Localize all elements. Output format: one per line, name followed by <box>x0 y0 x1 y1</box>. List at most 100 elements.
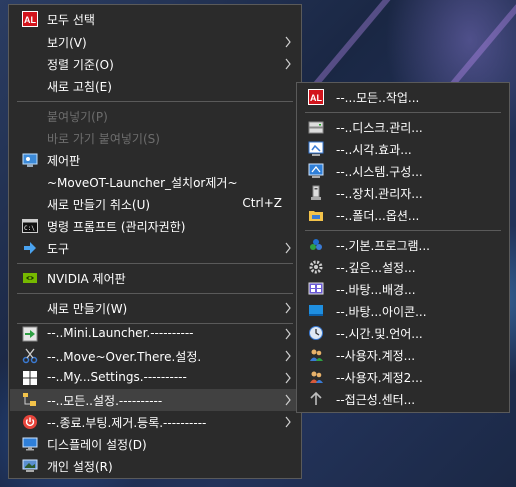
submenu-item-all-tasks[interactable]: AL --...모든..작업... <box>298 86 508 108</box>
display-icon <box>22 436 38 452</box>
svg-text:C:\: C:\ <box>24 225 35 232</box>
wallpaper-icon <box>308 281 324 297</box>
windows-icon <box>22 370 38 386</box>
chevron-right-icon <box>285 416 291 428</box>
menu-item-label: 개인 설정(R) <box>47 460 113 474</box>
menu-item-label: 새로 만들기(W) <box>47 302 128 316</box>
menu-item-sort-by[interactable]: 정렬 기준(O) <box>10 53 300 75</box>
command-prompt-icon: C:\ <box>22 218 38 234</box>
menu-item-nvidia-control-panel[interactable]: NVIDIA 제어판 <box>10 267 300 289</box>
menu-item-label: NVIDIA 제어판 <box>47 272 126 286</box>
menu-item-label: --..장치.관리자... <box>336 187 423 201</box>
chevron-right-icon <box>285 58 291 70</box>
menu-item-moveot-launcher[interactable]: ~MoveOT-Launcher_설치or제거~ <box>10 171 300 193</box>
app-logo-icon: AL <box>22 11 38 27</box>
menu-item-label: 붙여넣기(P) <box>47 110 108 124</box>
chevron-right-icon <box>285 302 291 314</box>
personalize-icon <box>22 458 38 474</box>
user-accounts-icon <box>308 347 324 363</box>
accessibility-icon <box>308 391 324 407</box>
menu-item-label: --..시각.효과... <box>336 143 412 157</box>
chevron-right-icon <box>285 242 291 254</box>
submenu-item-default-programs[interactable]: --.기본.프로그램... <box>298 234 508 256</box>
menu-item-label: --사용자.계정... <box>336 349 416 363</box>
control-panel-icon <box>22 152 38 168</box>
menu-item-view[interactable]: 보기(V) <box>10 31 300 53</box>
submenu-item-deep-settings[interactable]: --.깊은...설정... <box>298 256 508 278</box>
submenu-item-system-config[interactable]: --..시스템.구성... <box>298 160 508 182</box>
menu-item-tools[interactable]: 도구 <box>10 237 300 259</box>
menu-item-shortcut: Ctrl+Z <box>242 196 282 210</box>
submenu-item-disk-management[interactable]: --..디스크.관리... <box>298 116 508 138</box>
menu-item-shutdown-boot[interactable]: --.종료.부팅.제거.등록.---------- <box>10 411 300 433</box>
menu-item-move-over-there[interactable]: --..Move~Over.There.설정. <box>10 345 300 367</box>
menu-item-label: --접근성.센터... <box>336 393 416 407</box>
menu-item-label: 새로 고침(E) <box>47 80 112 94</box>
device-manager-icon <box>308 185 324 201</box>
menu-item-select-all[interactable]: AL 모두 선택 <box>10 8 300 30</box>
menu-item-mini-launcher[interactable]: --..Mini.Launcher.---------- <box>10 323 300 345</box>
menu-item-my-settings[interactable]: --..My...Settings.---------- <box>10 367 300 389</box>
app-logo-icon: AL <box>308 89 324 105</box>
submenu-item-user-accounts-2[interactable]: --사용자.계정2... <box>298 366 508 388</box>
menu-item-undo-new[interactable]: 새로 만들기 취소(U) Ctrl+Z <box>10 193 300 215</box>
menu-item-label: 보기(V) <box>47 36 87 50</box>
deep-settings-icon <box>308 259 324 275</box>
arrow-icon <box>22 240 38 256</box>
menu-item-label: --..폴더...옵션... <box>336 209 420 223</box>
menu-separator <box>305 112 501 113</box>
menu-item-all-settings[interactable]: --..모든..설정.---------- <box>10 389 300 411</box>
menu-item-paste: 붙여넣기(P) <box>10 105 300 127</box>
submenu-item-visual-effects[interactable]: --..시각.효과... <box>298 138 508 160</box>
default-programs-icon <box>308 237 324 253</box>
submenu-item-desktop-icons[interactable]: --.바탕...아이콘... <box>298 300 508 322</box>
submenu-item-time-language[interactable]: --.시간.및.언어... <box>298 322 508 344</box>
menu-item-label: ~MoveOT-Launcher_설치or제거~ <box>47 176 238 190</box>
menu-item-label: 명령 프롬프트 (관리자권한) <box>47 220 186 234</box>
chevron-right-icon <box>285 350 291 362</box>
menu-item-new[interactable]: 새로 만들기(W) <box>10 297 300 319</box>
chevron-right-icon <box>285 372 291 384</box>
power-icon <box>22 414 38 430</box>
menu-separator <box>17 263 293 264</box>
time-language-icon <box>308 325 324 341</box>
menu-item-label: 제어판 <box>47 154 81 168</box>
system-config-icon <box>308 163 324 179</box>
menu-item-label: --.기본.프로그램... <box>336 239 430 253</box>
menu-item-label: 정렬 기준(O) <box>47 58 114 72</box>
menu-item-label: 도구 <box>47 242 70 256</box>
menu-item-label: --..디스크.관리... <box>336 121 423 135</box>
submenu-item-user-accounts[interactable]: --사용자.계정... <box>298 344 508 366</box>
disk-management-icon <box>308 119 324 135</box>
menu-item-personalize[interactable]: 개인 설정(R) <box>10 455 300 477</box>
menu-item-command-prompt-admin[interactable]: C:\ 명령 프롬프트 (관리자권한) <box>10 215 300 237</box>
menu-item-label: 바로 가기 붙여넣기(S) <box>47 132 160 146</box>
menu-separator <box>17 101 293 102</box>
scissors-icon <box>22 348 38 364</box>
desktop-context-menu: AL 모두 선택 보기(V) 정렬 기준(O) 새로 고침(E) 붙여넣기(P)… <box>8 4 302 479</box>
menu-item-label: --.종료.부팅.제거.등록.---------- <box>47 416 207 430</box>
menu-item-label: 모두 선택 <box>47 13 95 27</box>
menu-item-label: --..Move~Over.There.설정. <box>47 350 202 364</box>
user-accounts-2-icon <box>308 369 324 385</box>
submenu-item-wallpaper[interactable]: --.바탕...배경... <box>298 278 508 300</box>
folder-options-icon <box>308 207 324 223</box>
menu-item-label: --.시간.및.언어... <box>336 327 423 341</box>
green-arrow-icon <box>22 326 38 342</box>
chevron-right-icon <box>285 394 291 406</box>
nvidia-icon <box>22 270 38 286</box>
menu-item-label: --사용자.계정2... <box>336 371 423 385</box>
menu-separator <box>305 230 501 231</box>
menu-separator <box>17 293 293 294</box>
submenu-item-accessibility[interactable]: --접근성.센터... <box>298 388 508 410</box>
menu-item-control-panel[interactable]: 제어판 <box>10 149 300 171</box>
menu-item-label: --.바탕...아이콘... <box>336 305 427 319</box>
menu-item-label: --..My...Settings.---------- <box>47 370 187 384</box>
menu-item-display-settings[interactable]: 디스플레이 설정(D) <box>10 433 300 455</box>
submenu-item-device-manager[interactable]: --..장치.관리자... <box>298 182 508 204</box>
submenu-item-folder-options[interactable]: --..폴더...옵션... <box>298 204 508 226</box>
menu-item-label: --.바탕...배경... <box>336 283 416 297</box>
menu-item-label: --..모든..설정.---------- <box>47 394 163 408</box>
menu-item-label: --..시스템.구성... <box>336 165 423 179</box>
menu-item-refresh[interactable]: 새로 고침(E) <box>10 75 300 97</box>
